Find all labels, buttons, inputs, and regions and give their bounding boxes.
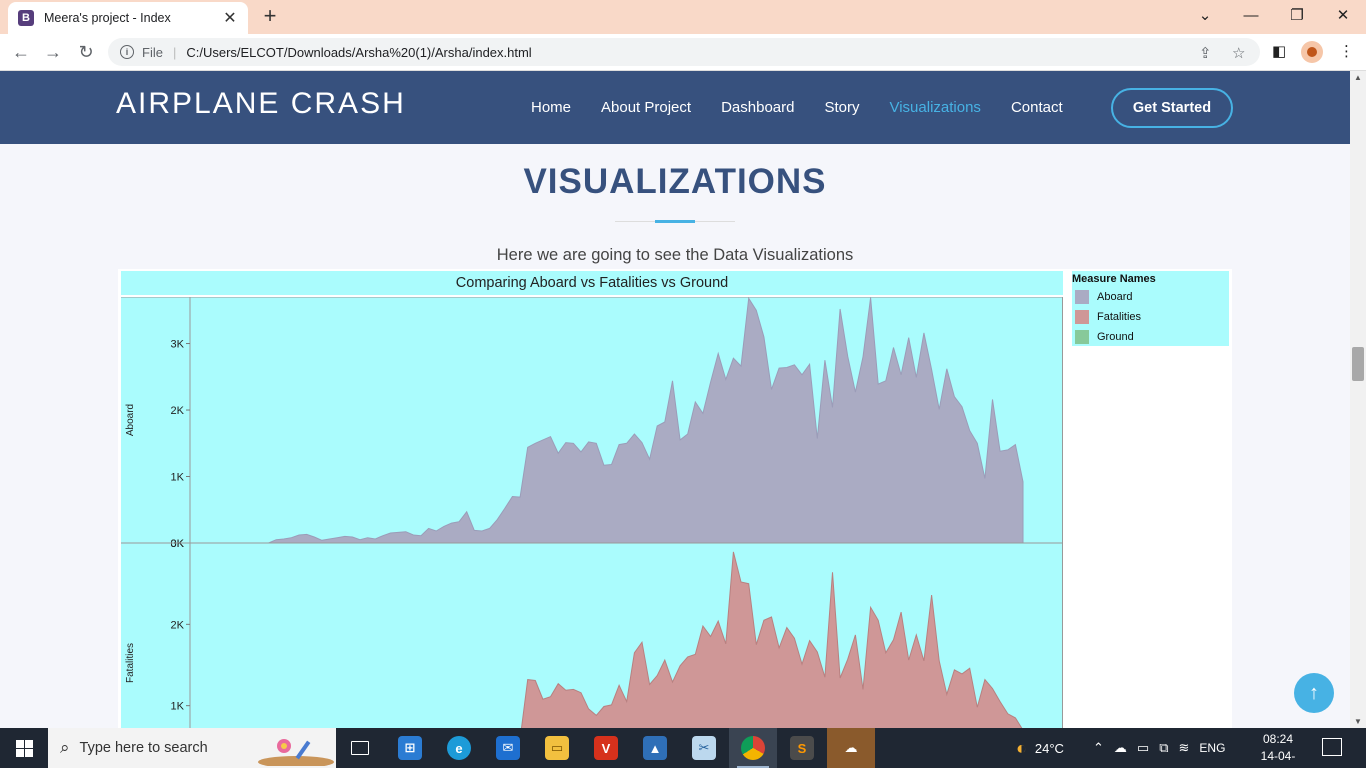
snipping-tool-icon[interactable]: ✂ (680, 728, 728, 768)
sublime-text-icon[interactable]: S (778, 728, 826, 768)
share-icon[interactable]: ⇪ (1199, 44, 1212, 62)
legend-item-fatalities[interactable]: Fatalities (1072, 307, 1229, 327)
profile-avatar[interactable] (1301, 41, 1323, 63)
nav-contact[interactable]: Contact (1011, 99, 1063, 116)
tab-title: Meera's project - Index (44, 11, 171, 25)
search-highlight-art-icon (258, 739, 334, 766)
task-view-icon[interactable] (336, 728, 384, 768)
area-chart[interactable]: 0K1K2K3KAboard1K2K3KFatalities (121, 297, 1063, 728)
y-tick-label: 2K (171, 405, 185, 417)
language-indicator[interactable]: ENG (1199, 741, 1225, 755)
vlc-app-icon[interactable]: V (582, 728, 630, 768)
y-tick-label: 1K (171, 701, 185, 713)
side-panel-icon[interactable]: ◧ (1272, 42, 1286, 60)
chevron-up-icon[interactable]: ⌃ (1093, 740, 1104, 756)
section-subtitle: Here we are going to see the Data Visual… (496, 246, 854, 264)
page-scrollbar[interactable]: ▲ ▼ (1350, 71, 1366, 728)
taskbar-clock[interactable]: 08:24 14-04-2023 (1250, 731, 1306, 768)
new-tab-plus-icon[interactable]: + (258, 5, 282, 29)
browser-toolbar: ← → ↻ i File | C:/Users/ELCOT/Downloads/… (0, 34, 1366, 71)
minimize-icon[interactable]: — (1228, 0, 1274, 30)
legend-swatch (1075, 290, 1089, 304)
taskbar-search-box[interactable]: ⌕ Type here to search (48, 728, 336, 768)
weather-widget[interactable]: ◐ 24°C (1016, 728, 1064, 768)
legend-title: Measure Names (1072, 273, 1156, 285)
notification-center-icon[interactable] (1322, 738, 1342, 756)
windows-taskbar: ⌕ Type here to search ⊞ e ✉ ▭ V ▲ ✂ S ☁ … (0, 728, 1366, 768)
divider: | (172, 44, 177, 60)
clock-date: 14-04-2023 (1260, 749, 1296, 768)
main-nav: Home About Project Dashboard Story Visua… (516, 71, 1078, 144)
legend-label: Aboard (1097, 291, 1133, 303)
site-header: AIRPLANE CRASH Home About Project Dashbo… (0, 71, 1350, 144)
edge-browser-icon[interactable]: e (435, 728, 483, 768)
url-text[interactable]: C:/Users/ELCOT/Downloads/Arsha%20(1)/Ars… (186, 45, 531, 60)
address-bar[interactable]: i File | C:/Users/ELCOT/Downloads/Arsha%… (108, 38, 1260, 66)
title-accent-bar (655, 220, 695, 223)
chart-title: Comparing Aboard vs Fatalities vs Ground (121, 271, 1063, 295)
photos-icon[interactable]: ▲ (631, 728, 679, 768)
windows-start-icon[interactable] (0, 728, 48, 768)
nav-story[interactable]: Story (824, 99, 859, 116)
legend-swatch (1075, 330, 1089, 344)
close-tab-icon[interactable]: ✕ (222, 8, 238, 28)
browser-tab-strip: B Meera's project - Index ✕ + ⌄ — ❐ ✕ (0, 0, 1366, 34)
scroll-up-arrow-icon[interactable]: ▲ (1350, 73, 1366, 82)
y-axis-label: Fatalities (125, 643, 136, 683)
taskbar-search-placeholder: Type here to search (79, 740, 208, 756)
legend-label: Fatalities (1097, 311, 1142, 323)
screen-icon[interactable]: ⧉ (1159, 740, 1168, 756)
bootstrap-favicon-icon: B (18, 10, 34, 26)
legend-label: Ground (1097, 331, 1134, 343)
temperature-text: 24°C (1034, 740, 1064, 756)
back-arrow-icon[interactable]: ← (9, 40, 33, 64)
y-tick-label: 3K (171, 339, 185, 351)
reload-icon[interactable]: ↻ (74, 40, 98, 64)
legend: Measure Names Aboard Fatalities Ground (1072, 271, 1229, 346)
scroll-thumb[interactable] (1352, 347, 1364, 381)
browser-tab[interactable]: B Meera's project - Index ✕ (8, 2, 248, 34)
search-icon: ⌕ (60, 738, 70, 757)
cloud-tray-icon[interactable]: ☁ (1114, 740, 1127, 756)
forward-arrow-icon[interactable]: → (41, 40, 65, 64)
y-tick-label: 1K (171, 472, 185, 484)
microsoft-store-icon[interactable]: ⊞ (386, 728, 434, 768)
get-started-button[interactable]: Get Started (1111, 88, 1233, 128)
nav-home[interactable]: Home (531, 99, 571, 116)
onedrive-cloud-icon[interactable]: ☁ (827, 728, 875, 768)
tab-search-chevron-icon[interactable]: ⌄ (1182, 0, 1228, 30)
legend-item-aboard[interactable]: Aboard (1072, 287, 1229, 307)
weather-sun-icon: ◐ (1016, 737, 1027, 758)
site-logo[interactable]: AIRPLANE CRASH (116, 87, 406, 121)
chrome-browser-icon[interactable] (729, 728, 777, 768)
nav-dashboard[interactable]: Dashboard (721, 99, 794, 116)
section-title: VISUALIZATIONS (523, 162, 827, 201)
wifi-icon[interactable]: ≋ (1179, 740, 1190, 756)
y-tick-label: 2K (171, 619, 185, 631)
bookmark-star-icon[interactable]: ☆ (1232, 44, 1245, 62)
y-tick-label: 3K (171, 538, 185, 550)
site-info-icon[interactable]: i (120, 45, 134, 59)
scroll-down-arrow-icon[interactable]: ▼ (1350, 717, 1366, 726)
file-scheme-label: File (142, 44, 163, 60)
nav-visualizations[interactable]: Visualizations (889, 99, 980, 116)
close-window-icon[interactable]: ✕ (1320, 0, 1366, 30)
battery-icon[interactable]: ▭ (1137, 740, 1149, 756)
system-tray: ⌃ ☁ ▭ ⧉ ≋ ENG (1093, 728, 1225, 768)
restore-icon[interactable]: ❐ (1274, 0, 1320, 30)
legend-swatch (1075, 310, 1089, 324)
back-to-top-arrow-icon[interactable]: ↑ (1294, 673, 1334, 713)
mail-icon[interactable]: ✉ (484, 728, 532, 768)
file-explorer-icon[interactable]: ▭ (533, 728, 581, 768)
y-axis-label: Aboard (125, 404, 136, 436)
clock-time: 08:24 (1262, 732, 1294, 746)
nav-about-project[interactable]: About Project (601, 99, 691, 116)
legend-item-ground[interactable]: Ground (1072, 327, 1229, 347)
kebab-menu-icon[interactable]: ⋮ (1339, 42, 1354, 60)
